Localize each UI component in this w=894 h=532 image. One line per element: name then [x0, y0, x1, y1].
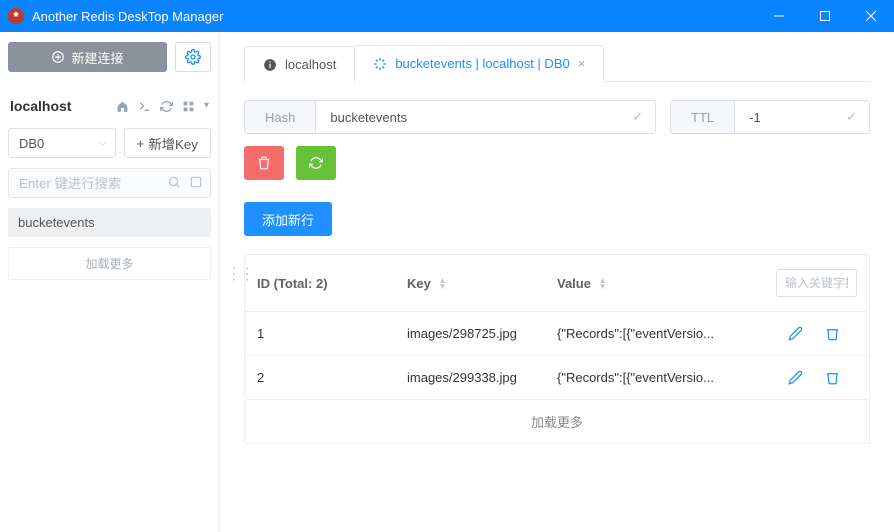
database-selected-value: DB0	[19, 136, 44, 151]
column-header-id[interactable]: ID (Total: 2)	[245, 262, 395, 305]
tab-server-status[interactable]: localhost	[244, 46, 355, 82]
table-row[interactable]: 1 images/298725.jpg {"Records":[{"eventV…	[245, 312, 869, 356]
tab-close-button[interactable]: ×	[578, 56, 586, 71]
grid-icon[interactable]	[182, 100, 195, 113]
cell-key: images/299338.jpg	[395, 356, 545, 399]
refresh-icon[interactable]	[160, 100, 173, 113]
delete-row-button[interactable]	[825, 326, 840, 341]
ttl-group: TTL -1 ✓	[670, 100, 870, 134]
table-row[interactable]: 2 images/299338.jpg {"Records":[{"eventV…	[245, 356, 869, 399]
column-header-value[interactable]: Value ▲▼	[545, 262, 764, 305]
chevron-down-icon: ⌵	[99, 138, 107, 149]
cell-value: {"Records":[{"eventVersio...	[545, 356, 759, 399]
gear-icon	[185, 49, 201, 65]
confirm-rename-button[interactable]: ✓	[620, 109, 655, 125]
sort-icon: ▲▼	[438, 278, 446, 290]
refresh-key-button[interactable]	[296, 146, 336, 180]
new-connection-button[interactable]: 新建连接	[8, 42, 167, 72]
database-select[interactable]: DB0 ⌵	[8, 128, 116, 158]
plus-icon: +	[137, 136, 145, 151]
hash-table: ID (Total: 2) Key ▲▼ Value ▲▼ 1 ima	[244, 254, 870, 400]
confirm-ttl-button[interactable]: ✓	[834, 109, 869, 125]
search-icon[interactable]	[167, 175, 181, 189]
window-maximize-button[interactable]	[802, 0, 848, 32]
delete-row-button[interactable]	[825, 370, 840, 385]
ttl-label: TTL	[671, 101, 735, 133]
key-list-item[interactable]: bucketevents	[8, 208, 211, 237]
key-name-group: Hash bucketevents ✓	[244, 100, 656, 134]
settings-button[interactable]	[175, 42, 211, 72]
search-settings-icon[interactable]	[189, 175, 203, 189]
cell-id: 1	[245, 312, 395, 355]
home-icon[interactable]	[116, 100, 129, 113]
trash-icon	[257, 156, 271, 170]
window-close-button[interactable]	[848, 0, 894, 32]
tab-bar: localhost bucketevents | localhost | DB0…	[244, 44, 870, 82]
sort-icon: ▲▼	[599, 278, 607, 290]
main-panel: localhost bucketevents | localhost | DB0…	[220, 32, 894, 532]
server-name: localhost	[10, 98, 110, 114]
tab-label: localhost	[285, 57, 336, 72]
sidebar-load-more-button[interactable]: 加载更多	[8, 247, 211, 280]
server-header: localhost ▾	[8, 82, 211, 118]
key-type-label: Hash	[245, 101, 316, 133]
chevron-down-icon[interactable]: ▾	[204, 100, 209, 113]
titlebar: Another Redis DeskTop Manager	[0, 0, 894, 32]
app-title: Another Redis DeskTop Manager	[32, 9, 224, 24]
key-list-item-label: bucketevents	[18, 215, 95, 230]
tab-label: bucketevents | localhost | DB0	[395, 56, 569, 71]
window-minimize-button[interactable]	[756, 0, 802, 32]
ttl-input[interactable]: -1	[735, 110, 834, 125]
tab-key-detail[interactable]: bucketevents | localhost | DB0 ×	[354, 45, 604, 82]
info-icon	[263, 58, 277, 72]
cell-key: images/298725.jpg	[395, 312, 545, 355]
cell-value: {"Records":[{"eventVersio...	[545, 312, 759, 355]
add-key-label: 新增Key	[148, 134, 198, 153]
table-load-more-button[interactable]: 加载更多	[244, 400, 870, 444]
edit-row-button[interactable]	[788, 326, 803, 341]
cell-id: 2	[245, 356, 395, 399]
table-filter-input[interactable]	[776, 269, 857, 297]
add-row-button[interactable]: 添加新行	[244, 202, 332, 236]
delete-key-button[interactable]	[244, 146, 284, 180]
add-key-button[interactable]: + 新增Key	[124, 128, 212, 158]
sidebar: 新建连接 localhost ▾ DB0 ⌵ + 新增Key	[0, 32, 220, 532]
refresh-icon	[309, 156, 323, 170]
loading-icon	[373, 57, 387, 71]
plus-circle-icon	[51, 50, 65, 64]
key-name-input[interactable]: bucketevents	[316, 110, 620, 125]
app-logo-icon	[8, 8, 24, 24]
column-header-key[interactable]: Key ▲▼	[395, 262, 545, 305]
terminal-icon[interactable]	[138, 100, 151, 113]
new-connection-label: 新建连接	[71, 48, 123, 67]
edit-row-button[interactable]	[788, 370, 803, 385]
